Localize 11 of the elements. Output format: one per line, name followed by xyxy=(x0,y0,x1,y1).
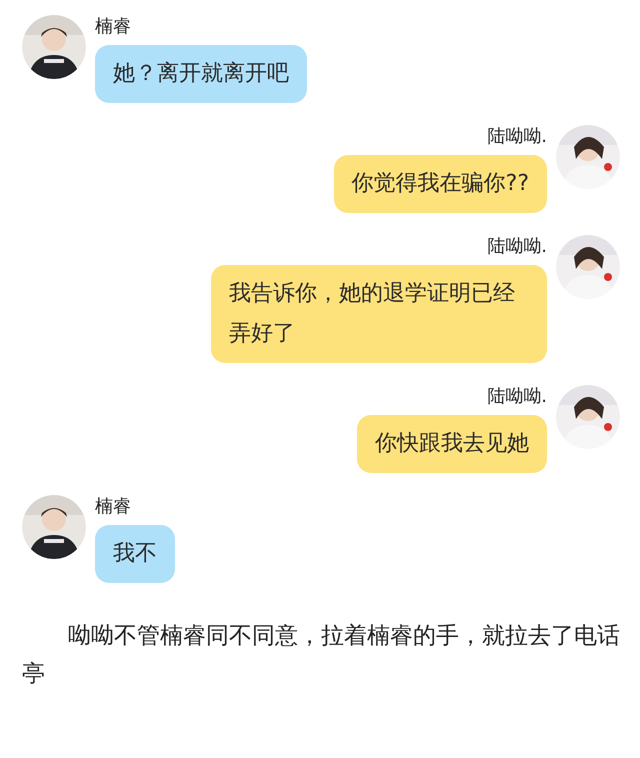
message-bubble: 我不 xyxy=(95,525,175,583)
sender-name: 陆呦呦. xyxy=(487,235,547,259)
sender-name: 陆呦呦. xyxy=(487,125,547,149)
sender-name: 楠睿 xyxy=(95,495,131,519)
message-bubble: 我告诉你，她的退学证明已经弄好了 xyxy=(211,265,547,363)
narration-text: 呦呦不管楠睿同不同意，拉着楠睿的手，就拉去了电话亭 xyxy=(22,622,620,689)
sender-name: 陆呦呦. xyxy=(487,385,547,409)
message-bubble: 她？离开就离开吧 xyxy=(95,45,307,103)
sender-name: 楠睿 xyxy=(95,15,131,39)
message-bubble: 你觉得我在骗你?? xyxy=(334,155,547,213)
message-bubble: 你快跟我去见她 xyxy=(357,415,547,473)
